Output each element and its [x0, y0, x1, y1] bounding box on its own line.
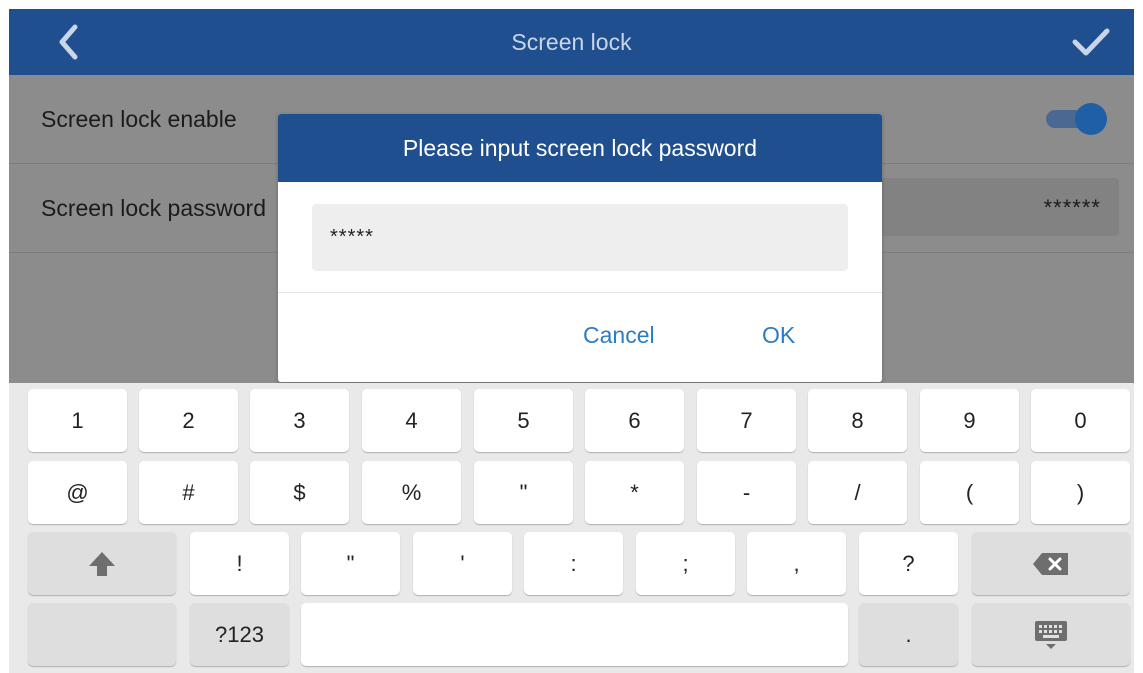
confirm-button[interactable] — [1058, 9, 1124, 75]
key-dollar[interactable]: $ — [250, 461, 349, 524]
key-6[interactable]: 6 — [585, 389, 684, 452]
dialog-title: Please input screen lock password — [278, 114, 882, 182]
backspace-icon — [1033, 552, 1068, 575]
key-percent[interactable]: % — [362, 461, 461, 524]
on-screen-keyboard: 1 2 3 4 5 6 7 8 9 0 @ # $ % " * - / ( ) … — [9, 383, 1134, 673]
period-key[interactable]: . — [859, 603, 958, 666]
key-at[interactable]: @ — [28, 461, 127, 524]
hide-keyboard-key[interactable] — [972, 603, 1130, 666]
key-hash[interactable]: # — [139, 461, 238, 524]
key-colon[interactable]: : — [524, 532, 623, 595]
key-5[interactable]: 5 — [474, 389, 573, 452]
key-double-quote[interactable]: " — [474, 461, 573, 524]
key-4[interactable]: 4 — [362, 389, 461, 452]
screen-lock-enable-label: Screen lock enable — [41, 106, 237, 132]
symbols-key[interactable]: ?123 — [190, 603, 289, 666]
key-8[interactable]: 8 — [808, 389, 907, 452]
screen-lock-password-label: Screen lock password — [41, 195, 266, 221]
password-input[interactable]: ***** — [312, 204, 848, 271]
key-2[interactable]: 2 — [139, 389, 238, 452]
shift-key[interactable] — [28, 532, 176, 595]
back-button[interactable] — [35, 9, 101, 75]
key-0[interactable]: 0 — [1031, 389, 1130, 452]
page-title: Screen lock — [511, 29, 632, 55]
key-open-paren[interactable]: ( — [920, 461, 1019, 524]
screen-lock-password-value: ****** — [1043, 195, 1101, 220]
key-close-paren[interactable]: ) — [1031, 461, 1130, 524]
blank-function-key[interactable] — [28, 603, 176, 666]
key-asterisk[interactable]: * — [585, 461, 684, 524]
key-comma[interactable]: , — [747, 532, 846, 595]
keyboard-icon — [1035, 620, 1067, 649]
key-1[interactable]: 1 — [28, 389, 127, 452]
dialog-divider — [278, 292, 882, 293]
toggle-thumb — [1075, 103, 1107, 135]
shift-arrow-icon — [89, 551, 115, 576]
key-7[interactable]: 7 — [697, 389, 796, 452]
checkmark-icon — [1072, 28, 1110, 56]
cancel-button[interactable]: Cancel — [583, 320, 655, 350]
password-input-value: ***** — [330, 226, 374, 248]
chevron-left-icon — [59, 24, 78, 60]
key-exclamation[interactable]: ! — [190, 532, 289, 595]
backspace-key[interactable] — [972, 532, 1130, 595]
key-9[interactable]: 9 — [920, 389, 1019, 452]
top-app-bar: Screen lock — [9, 9, 1134, 75]
key-question[interactable]: ? — [859, 532, 958, 595]
key-semicolon[interactable]: ; — [636, 532, 735, 595]
key-minus[interactable]: - — [697, 461, 796, 524]
key-double-quote-2[interactable]: " — [301, 532, 400, 595]
key-apostrophe[interactable]: ' — [413, 532, 512, 595]
space-key[interactable] — [301, 603, 848, 666]
key-3[interactable]: 3 — [250, 389, 349, 452]
screen-lock-enable-toggle[interactable] — [1039, 97, 1119, 141]
key-slash[interactable]: / — [808, 461, 907, 524]
ok-button[interactable]: OK — [762, 320, 795, 350]
password-dialog: Please input screen lock password ***** … — [278, 114, 882, 382]
